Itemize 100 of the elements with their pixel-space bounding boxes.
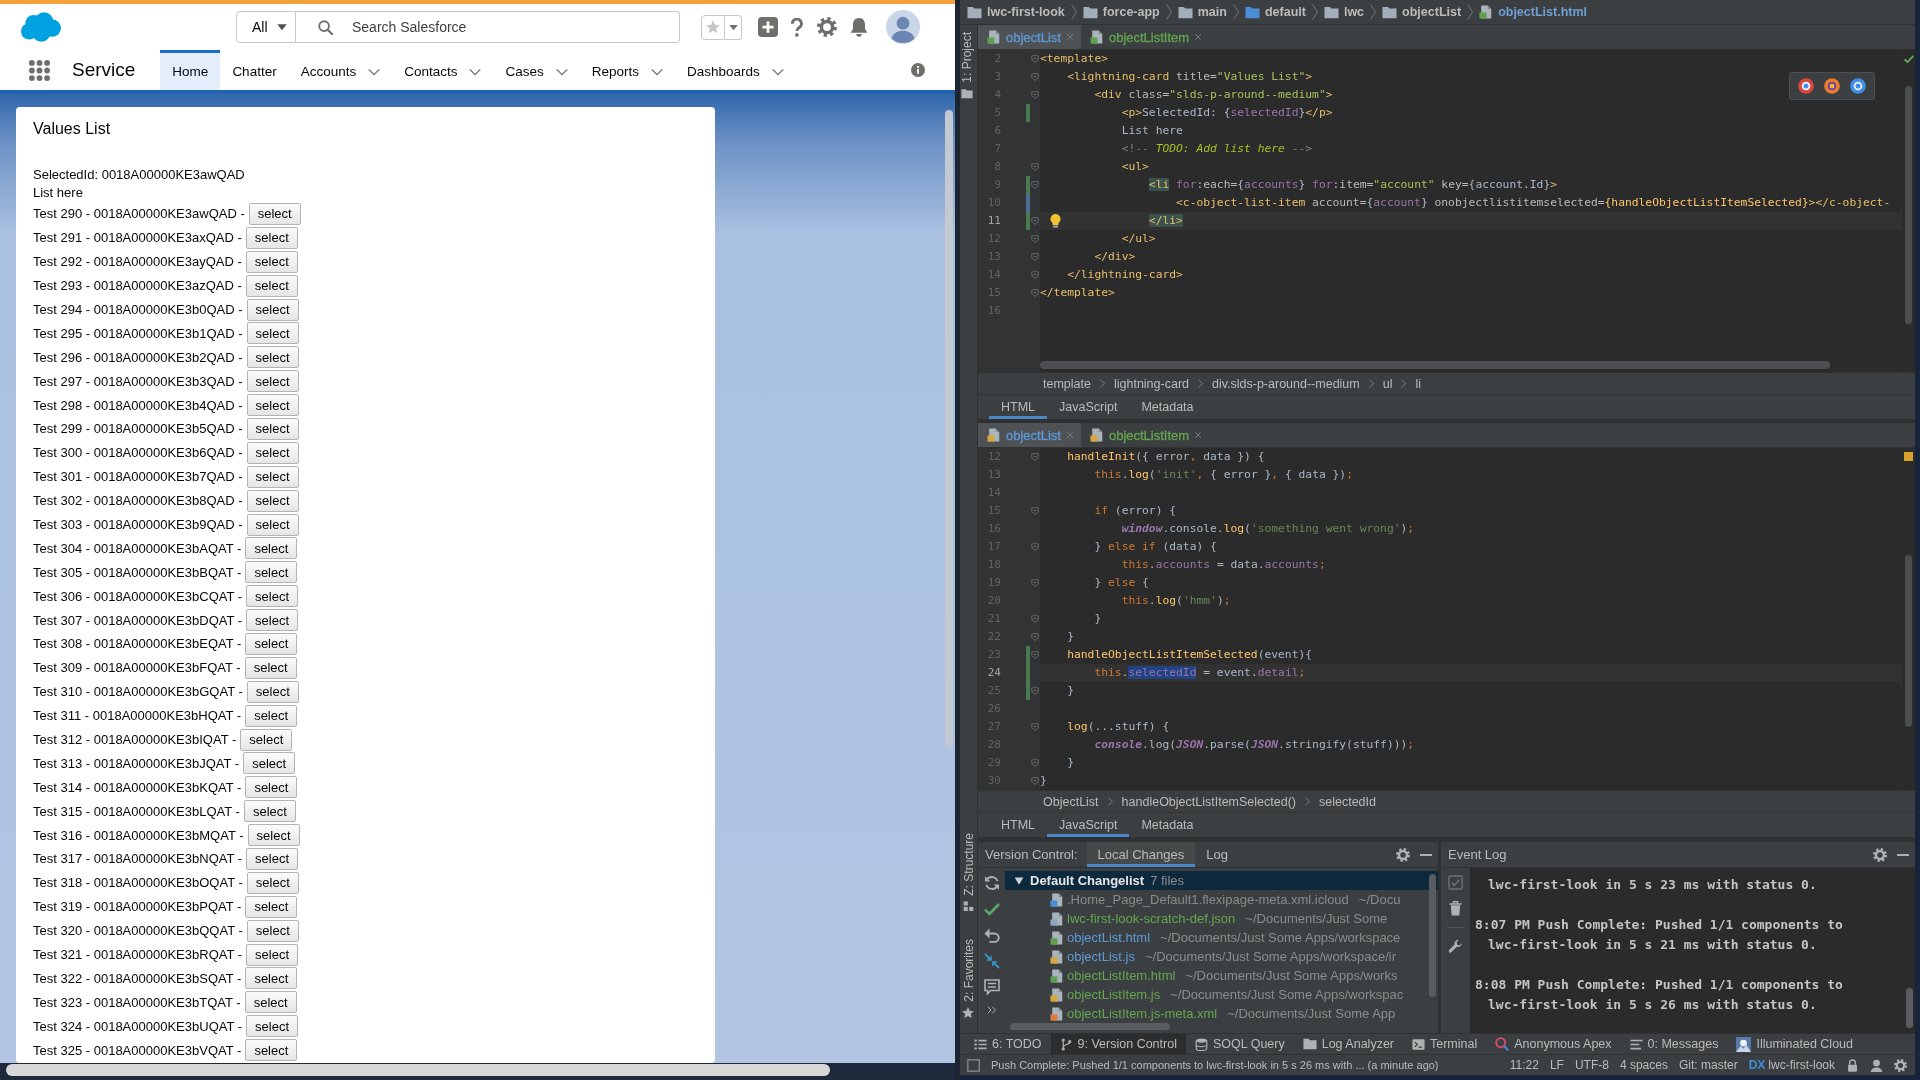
fold-marker-icon[interactable] xyxy=(1031,217,1039,225)
ring-icon[interactable] xyxy=(1798,78,1814,94)
nav-tab[interactable]: Dashboards xyxy=(675,50,796,90)
panel-tab[interactable]: Local Changes xyxy=(1086,842,1196,867)
avatar-icon[interactable] xyxy=(886,10,920,44)
triangle-down-icon[interactable] xyxy=(1014,875,1024,886)
breadcrumb-item[interactable]: selectedId xyxy=(1319,794,1376,809)
status-item[interactable]: UTF-8 xyxy=(1574,1058,1609,1072)
view-tab[interactable]: Metadata xyxy=(1129,813,1206,837)
path-item[interactable]: objectList.html xyxy=(1479,5,1588,19)
fold-marker-icon[interactable] xyxy=(1031,507,1039,515)
select-button[interactable]: select xyxy=(246,417,299,440)
breadcrumb-item[interactable]: lightning-card xyxy=(1113,376,1189,391)
file-name[interactable]: objectListItem.js-meta.xml xyxy=(1067,1006,1218,1021)
fold-marker-icon[interactable] xyxy=(1031,543,1039,551)
select-button[interactable]: select xyxy=(246,680,299,703)
fold-marker-icon[interactable] xyxy=(1031,181,1039,189)
tool-window-button[interactable]: Anonymous Apex xyxy=(1486,1034,1621,1054)
select-button[interactable]: select xyxy=(245,1039,298,1062)
settings-icon[interactable] xyxy=(1873,847,1887,862)
select-button[interactable]: select xyxy=(246,513,299,536)
ring-icon[interactable] xyxy=(1824,78,1840,94)
select-button[interactable]: select xyxy=(246,441,299,464)
select-button[interactable]: select xyxy=(246,919,299,942)
plus-icon[interactable] xyxy=(758,17,778,37)
fold-marker-icon[interactable] xyxy=(1031,579,1039,587)
scrollbar-thumb[interactable] xyxy=(1010,1023,1170,1030)
fold-marker-icon[interactable] xyxy=(1031,289,1039,297)
fold-marker-icon[interactable] xyxy=(1031,759,1039,767)
file-name[interactable]: objectList.js xyxy=(1067,949,1135,964)
scrollbar-thumb[interactable] xyxy=(1040,361,1830,369)
select-button[interactable]: select xyxy=(245,967,298,990)
settings-icon[interactable] xyxy=(1396,847,1410,862)
breadcrumb-item[interactable]: handleObjectListItemSelected() xyxy=(1121,794,1296,809)
minus-icon[interactable] xyxy=(1420,853,1432,856)
select-button[interactable]: select xyxy=(245,274,298,297)
select-button[interactable]: select xyxy=(245,250,298,273)
editor-tab[interactable]: objectListItem xyxy=(1080,423,1210,447)
tool-window-button[interactable]: Illuminated Cloud xyxy=(1727,1034,1862,1054)
settings-icon[interactable] xyxy=(817,17,837,37)
code-editor[interactable] xyxy=(978,448,1915,790)
check-icon[interactable] xyxy=(983,901,1000,917)
lock-icon[interactable] xyxy=(1846,1058,1859,1072)
breadcrumb-item[interactable]: ObjectList xyxy=(1043,794,1099,809)
tool-window-button[interactable]: Log Analyzer xyxy=(1293,1034,1403,1054)
settings-icon[interactable] xyxy=(1894,1058,1907,1072)
select-button[interactable]: select xyxy=(246,489,299,512)
lightbulb-icon[interactable] xyxy=(1050,214,1061,228)
scrollbar-thumb[interactable] xyxy=(1906,988,1913,1028)
select-button[interactable]: select xyxy=(246,1015,299,1038)
fold-marker-icon[interactable] xyxy=(1031,687,1039,695)
select-button[interactable]: select xyxy=(243,752,296,775)
select-button[interactable]: select xyxy=(245,632,298,655)
fold-marker-icon[interactable] xyxy=(1031,777,1039,785)
file-name[interactable]: lwc-first-look-scratch-def.json xyxy=(1067,911,1236,926)
tool-window-button[interactable]: Z: Structure xyxy=(960,829,977,915)
scrollbar-thumb[interactable] xyxy=(945,110,953,747)
checkbox-icon[interactable] xyxy=(1448,875,1463,890)
path-item[interactable]: default xyxy=(1244,4,1306,20)
status-item[interactable]: 4 spaces xyxy=(1619,1058,1668,1072)
fold-marker-icon[interactable] xyxy=(1031,453,1039,461)
select-button[interactable]: select xyxy=(246,943,299,966)
select-button[interactable]: select xyxy=(246,346,299,369)
tool-window-button[interactable]: 1: Project xyxy=(960,29,974,103)
fold-marker-icon[interactable] xyxy=(1031,633,1039,641)
scrollbar-thumb[interactable] xyxy=(1905,86,1912,324)
scrollbar-thumb[interactable] xyxy=(1429,874,1436,997)
tool-window-button[interactable]: SOQL Query xyxy=(1185,1034,1294,1054)
select-button[interactable]: select xyxy=(248,202,301,225)
trash-icon[interactable] xyxy=(1448,901,1463,916)
nav-tab[interactable]: Chatter xyxy=(220,50,289,90)
file-name[interactable]: objectListItem.js xyxy=(1067,987,1161,1002)
select-button[interactable]: select xyxy=(246,394,299,417)
path-item[interactable]: force-app xyxy=(1082,4,1160,20)
fold-marker-icon[interactable] xyxy=(1031,73,1039,81)
path-item[interactable]: objectList xyxy=(1382,4,1462,20)
fold-marker-icon[interactable] xyxy=(1031,615,1039,623)
breadcrumb-item[interactable]: div.slds-p-around--medium xyxy=(1212,376,1360,391)
nav-tab[interactable]: Reports xyxy=(579,50,675,90)
info-icon[interactable] xyxy=(911,63,925,77)
select-button[interactable]: select xyxy=(245,226,298,249)
select-button[interactable]: select xyxy=(246,298,299,321)
tool-window-button[interactable]: 2: Favorites xyxy=(960,936,977,1022)
view-tab[interactable]: JavaScript xyxy=(1047,395,1130,419)
select-button[interactable]: select xyxy=(245,561,298,584)
fold-marker-icon[interactable] xyxy=(1031,163,1039,171)
wrench-icon[interactable] xyxy=(1448,939,1463,954)
select-button[interactable]: select xyxy=(245,704,298,727)
select-button[interactable]: select xyxy=(244,656,297,679)
nav-tab[interactable]: Home xyxy=(160,50,221,90)
help-icon[interactable] xyxy=(790,17,804,37)
tool-window-button[interactable]: Terminal xyxy=(1403,1034,1487,1054)
select-button[interactable]: select xyxy=(246,585,299,608)
grid-icon[interactable] xyxy=(29,59,50,81)
select-button[interactable]: select xyxy=(246,465,299,488)
close-icon[interactable] xyxy=(1194,431,1203,439)
cloud-logo-icon[interactable] xyxy=(21,12,61,42)
search-scope-dropdown[interactable]: All xyxy=(236,11,296,43)
view-tab[interactable]: HTML xyxy=(989,813,1048,837)
file-name[interactable]: objectList.html xyxy=(1067,930,1151,945)
